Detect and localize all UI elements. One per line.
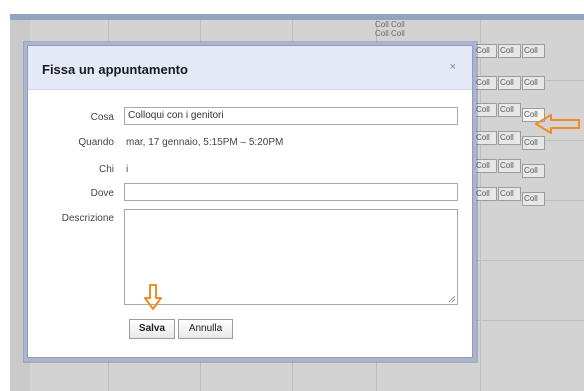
- appointment-dialog: Fissa un appuntamento × Cosa Colloqui co…: [27, 45, 473, 358]
- event-label: Coll: [500, 78, 514, 87]
- event-strip-line: Coll Coll: [375, 29, 405, 38]
- event-label: Coll: [476, 78, 490, 87]
- calendar-event[interactable]: Coll: [522, 164, 545, 178]
- event-label: Coll: [500, 105, 514, 114]
- event-label: Coll: [500, 46, 514, 55]
- arrow-down-icon: [144, 284, 162, 310]
- calendar-event[interactable]: Coll: [498, 44, 521, 58]
- calendar-event[interactable]: Coll: [522, 192, 545, 206]
- event-label: Coll: [476, 133, 490, 142]
- event-label: Coll: [476, 161, 490, 170]
- event-label: Coll: [476, 46, 490, 55]
- descrizione-label: Descrizione: [61, 213, 114, 224]
- event-strip-line: Coll Coll: [375, 20, 405, 29]
- cosa-label: Cosa: [90, 112, 114, 123]
- calendar-event[interactable]: Coll: [522, 76, 545, 90]
- quando-label: Quando: [78, 137, 114, 148]
- calendar-event[interactable]: Coll: [498, 187, 521, 201]
- quando-value[interactable]: mar, 17 gennaio, 5:15PM – 5:20PM: [126, 137, 283, 148]
- event-label: Coll: [524, 138, 538, 147]
- event-label: Coll: [476, 105, 490, 114]
- dialog-title: Fissa un appuntamento: [42, 62, 188, 77]
- dove-field[interactable]: [124, 183, 458, 201]
- save-button[interactable]: Salva: [129, 319, 175, 339]
- event-label: Coll: [524, 78, 538, 87]
- calendar-event[interactable]: Coll: [498, 76, 521, 90]
- event-label: Coll: [500, 133, 514, 142]
- event-label: Coll: [500, 189, 514, 198]
- calendar-event[interactable]: Coll: [522, 44, 545, 58]
- cosa-field[interactable]: Colloqui con i genitori: [124, 107, 458, 125]
- calendar-event[interactable]: Coll: [498, 159, 521, 173]
- close-icon[interactable]: ×: [450, 61, 456, 73]
- event-label: Coll: [524, 166, 538, 175]
- resize-grip-icon[interactable]: [448, 295, 455, 302]
- cancel-button[interactable]: Annulla: [178, 319, 233, 339]
- calendar-header-strip: [10, 14, 584, 20]
- descrizione-textarea[interactable]: [124, 209, 458, 305]
- event-label: Coll: [500, 161, 514, 170]
- dialog-header: Fissa un appuntamento ×: [28, 46, 472, 90]
- chi-value: i: [126, 164, 129, 175]
- calendar-event[interactable]: Coll: [498, 131, 521, 145]
- arrow-left-icon: [535, 114, 580, 134]
- event-label: Coll: [524, 194, 538, 203]
- event-label: Coll: [524, 46, 538, 55]
- calendar-event[interactable]: Coll: [498, 103, 521, 117]
- chi-label: Chi: [98, 164, 114, 175]
- calendar-event[interactable]: Coll: [522, 136, 545, 150]
- event-label: Coll: [476, 189, 490, 198]
- dove-label: Dove: [90, 188, 114, 199]
- cosa-value: Colloqui con i genitori: [128, 110, 224, 121]
